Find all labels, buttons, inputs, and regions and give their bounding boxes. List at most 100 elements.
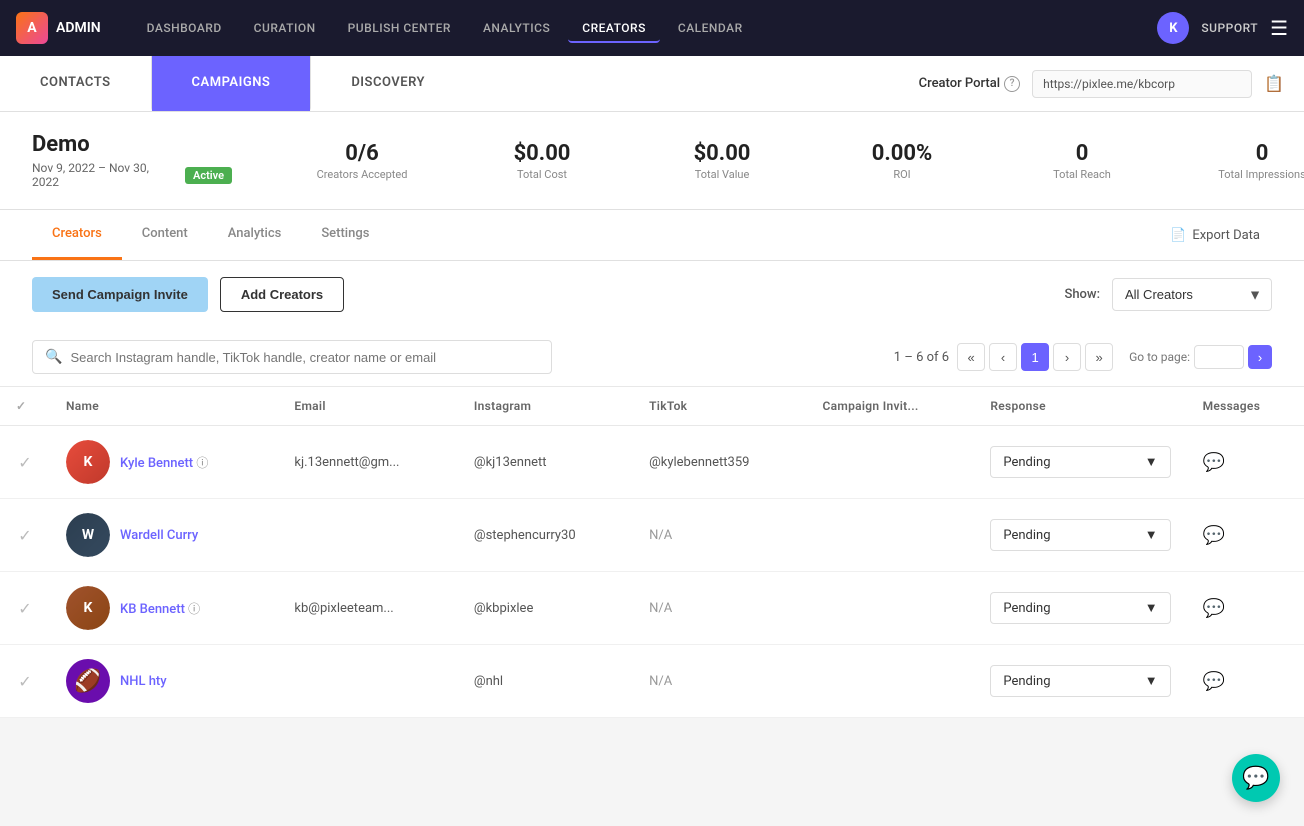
nav-link-curation[interactable]: CURATION	[240, 13, 330, 43]
creator-portal-url[interactable]: https://pixlee.me/kbcorp	[1032, 70, 1252, 98]
search-pagination-bar: 🔍 1 – 6 of 6 « ‹ 1 › » Go to page: ›	[0, 328, 1304, 387]
creator-response: Pending ▼	[974, 572, 1186, 645]
table-row: ✓ K KB Bennett ⓘ kb@pixleeteam... @kbpix…	[0, 572, 1304, 645]
support-button[interactable]: SUPPORT	[1201, 21, 1258, 35]
col-campaign-invite: Campaign Invit...	[806, 387, 974, 426]
tab-settings[interactable]: Settings	[301, 210, 389, 260]
toolbar: Send Campaign Invite Add Creators Show: …	[0, 261, 1304, 328]
sub-nav-right: Creator Portal ? https://pixlee.me/kbcor…	[919, 70, 1304, 98]
response-dropdown-arrow: ▼	[1145, 673, 1158, 689]
creator-tiktok: N/A	[633, 572, 806, 645]
tab-creators[interactable]: Creators	[32, 210, 122, 260]
tab-contacts[interactable]: CONTACTS	[0, 56, 152, 111]
show-dropdown[interactable]: All Creators Accepted Pending Declined	[1112, 278, 1272, 311]
tab-content[interactable]: Content	[122, 210, 208, 260]
search-box: 🔍	[32, 340, 552, 374]
inner-tab-list: Creators Content Analytics Settings	[32, 210, 389, 260]
nav-link-analytics[interactable]: ANALYTICS	[469, 13, 564, 43]
go-to-page-input[interactable]	[1194, 345, 1244, 369]
tab-analytics[interactable]: Analytics	[208, 210, 302, 260]
response-dropdown[interactable]: Pending ▼	[990, 592, 1170, 624]
response-dropdown-arrow: ▼	[1145, 527, 1158, 543]
creator-campaign-invite	[806, 426, 974, 499]
select-all-check[interactable]: ✓	[16, 399, 26, 413]
stat-creators-accepted: 0/6 Creators Accepted	[312, 141, 412, 181]
creator-name-cell: K KB Bennett ⓘ	[50, 572, 278, 645]
creator-response: Pending ▼	[974, 426, 1186, 499]
go-to-page-button[interactable]: ›	[1248, 345, 1272, 369]
table-row: ✓ W Wardell Curry @stephencurry30 N/A	[0, 499, 1304, 572]
tab-campaigns[interactable]: CAMPAIGNS	[152, 56, 311, 111]
nav-link-publish-center[interactable]: PUBLISH CENTER	[334, 13, 465, 43]
pagination-controls: « ‹ 1 › »	[957, 343, 1113, 371]
last-page-button[interactable]: »	[1085, 343, 1113, 371]
first-page-button[interactable]: «	[957, 343, 985, 371]
response-dropdown-arrow: ▼	[1145, 454, 1158, 470]
message-icon[interactable]: 💬	[1203, 525, 1225, 546]
avatar: 🏈	[66, 659, 110, 703]
stat-roi: 0.00% ROI	[852, 141, 952, 181]
search-input[interactable]	[70, 350, 539, 365]
current-page-button[interactable]: 1	[1021, 343, 1049, 371]
add-creators-button[interactable]: Add Creators	[220, 277, 344, 312]
campaign-dates: Nov 9, 2022 – Nov 30, 2022 Active	[32, 161, 232, 189]
tab-discovery[interactable]: DISCOVERY	[310, 56, 465, 111]
creator-name-link[interactable]: Kyle Bennett	[120, 456, 193, 471]
col-email: Email	[278, 387, 458, 426]
prev-page-button[interactable]: ‹	[989, 343, 1017, 371]
creator-campaign-invite	[806, 645, 974, 718]
avatar: W	[66, 513, 110, 557]
col-name: Name	[50, 387, 278, 426]
col-tiktok: TikTok	[633, 387, 806, 426]
creator-instagram: @kbpixlee	[458, 572, 633, 645]
response-dropdown-arrow: ▼	[1145, 600, 1158, 616]
next-page-button[interactable]: ›	[1053, 343, 1081, 371]
verified-icon: ⓘ	[196, 456, 208, 470]
export-data-button[interactable]: 📄 Export Data	[1158, 222, 1272, 249]
message-icon[interactable]: 💬	[1203, 452, 1225, 473]
creator-messages: 💬	[1187, 426, 1304, 499]
creator-name-link[interactable]: NHL hty	[120, 674, 167, 689]
help-icon[interactable]: ?	[1004, 76, 1020, 92]
nav-link-dashboard[interactable]: DASHBOARD	[133, 13, 236, 43]
send-campaign-invite-button[interactable]: Send Campaign Invite	[32, 277, 208, 312]
copy-icon[interactable]: 📋	[1264, 74, 1284, 93]
creator-tiktok: N/A	[633, 645, 806, 718]
inner-tabs: Creators Content Analytics Settings 📄 Ex…	[0, 210, 1304, 261]
stat-total-reach: 0 Total Reach	[1032, 141, 1132, 181]
response-dropdown[interactable]: Pending ▼	[990, 665, 1170, 697]
creator-tiktok: @kylebennett359	[633, 426, 806, 499]
response-dropdown[interactable]: Pending ▼	[990, 446, 1170, 478]
sub-nav-tabs: CONTACTS CAMPAIGNS DISCOVERY	[0, 56, 465, 111]
creators-table: ✓ Name Email Instagram TikTok Campaign I…	[0, 387, 1304, 718]
creator-name-link[interactable]: Wardell Curry	[120, 528, 198, 543]
search-icon: 🔍	[45, 349, 62, 365]
row-check[interactable]: ✓	[0, 426, 50, 499]
creator-instagram: @kj13ennett	[458, 426, 633, 499]
campaign-header: Demo Nov 9, 2022 – Nov 30, 2022 Active 0…	[0, 112, 1304, 210]
creator-response: Pending ▼	[974, 645, 1186, 718]
col-messages: Messages	[1187, 387, 1304, 426]
top-nav-right: K SUPPORT ☰	[1157, 12, 1288, 44]
message-icon[interactable]: 💬	[1203, 598, 1225, 619]
status-badge: Active	[185, 167, 232, 184]
user-avatar[interactable]: K	[1157, 12, 1189, 44]
creator-portal-label: Creator Portal ?	[919, 76, 1020, 92]
campaign-name: Demo	[32, 132, 232, 157]
row-check[interactable]: ✓	[0, 645, 50, 718]
creator-messages: 💬	[1187, 645, 1304, 718]
message-icon[interactable]: 💬	[1203, 671, 1225, 692]
nav-link-creators[interactable]: CREATORS	[568, 13, 660, 43]
creator-name-link[interactable]: KB Bennett	[120, 602, 185, 617]
col-check: ✓	[0, 387, 50, 426]
verified-icon: ⓘ	[188, 602, 200, 616]
nav-link-calendar[interactable]: CALENDAR	[664, 13, 757, 43]
sub-navigation: CONTACTS CAMPAIGNS DISCOVERY Creator Por…	[0, 56, 1304, 112]
row-check[interactable]: ✓	[0, 572, 50, 645]
chat-bubble-fab[interactable]: 💬	[1232, 754, 1280, 802]
row-check[interactable]: ✓	[0, 499, 50, 572]
logo-area[interactable]: A ADMIN	[16, 12, 101, 44]
response-dropdown[interactable]: Pending ▼	[990, 519, 1170, 551]
app-logo: A	[16, 12, 48, 44]
hamburger-menu[interactable]: ☰	[1270, 16, 1288, 40]
